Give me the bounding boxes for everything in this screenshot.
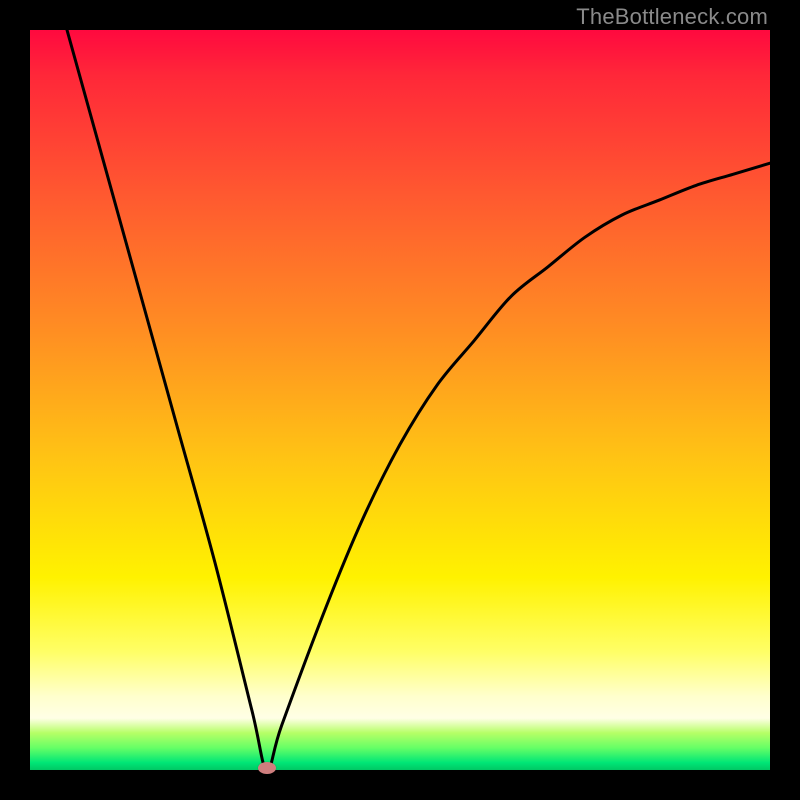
chart-frame: TheBottleneck.com: [0, 0, 800, 800]
gradient-background: [30, 30, 770, 770]
optimal-marker: [258, 762, 276, 774]
watermark-label: TheBottleneck.com: [576, 4, 768, 30]
